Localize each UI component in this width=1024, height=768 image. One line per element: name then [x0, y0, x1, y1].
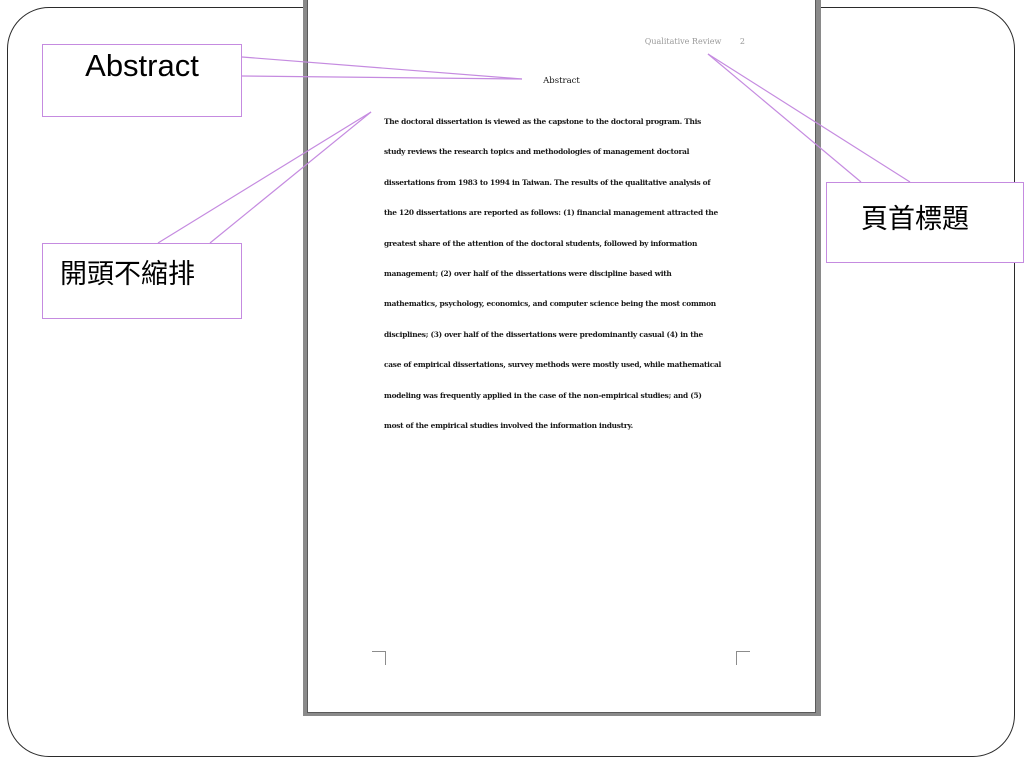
abstract-line: The doctoral dissertation is viewed as t… [384, 117, 702, 126]
abstract-line: modeling was frequently applied in the c… [384, 390, 702, 400]
running-head: Qualitative Review 2 [645, 37, 745, 46]
callout-abstract: Abstract [42, 44, 242, 117]
abstract-line: the 120 dissertations are reported as fo… [384, 208, 718, 218]
abstract-body: The doctoral dissertation is viewed as t… [384, 107, 742, 441]
abstract-line: most of the empirical studies involved t… [384, 421, 633, 431]
callout-no-indent: 開頭不縮排 [42, 243, 242, 319]
callout-page-header: 頁首標題 [826, 182, 1024, 263]
page-number: 2 [739, 37, 745, 46]
abstract-line: disciplines; (3) over half of the disser… [384, 329, 703, 339]
abstract-heading: Abstract [543, 76, 580, 86]
abstract-line: dissertations from 1983 to 1994 in Taiwa… [384, 177, 711, 187]
abstract-line: study reviews the research topics and me… [384, 147, 690, 157]
abstract-line: management; (2) over half of the dissert… [384, 269, 672, 279]
running-head-title: Qualitative Review [644, 37, 722, 46]
abstract-line: mathematics, psychology, economics, and … [384, 299, 716, 309]
abstract-line: greatest share of the attention of the d… [384, 238, 698, 248]
crop-mark-right [736, 651, 750, 665]
document-page: Qualitative Review 2 Abstract The doctor… [307, 0, 816, 713]
crop-mark-left [372, 651, 386, 665]
abstract-line: case of empirical dissertations, survey … [384, 360, 722, 370]
